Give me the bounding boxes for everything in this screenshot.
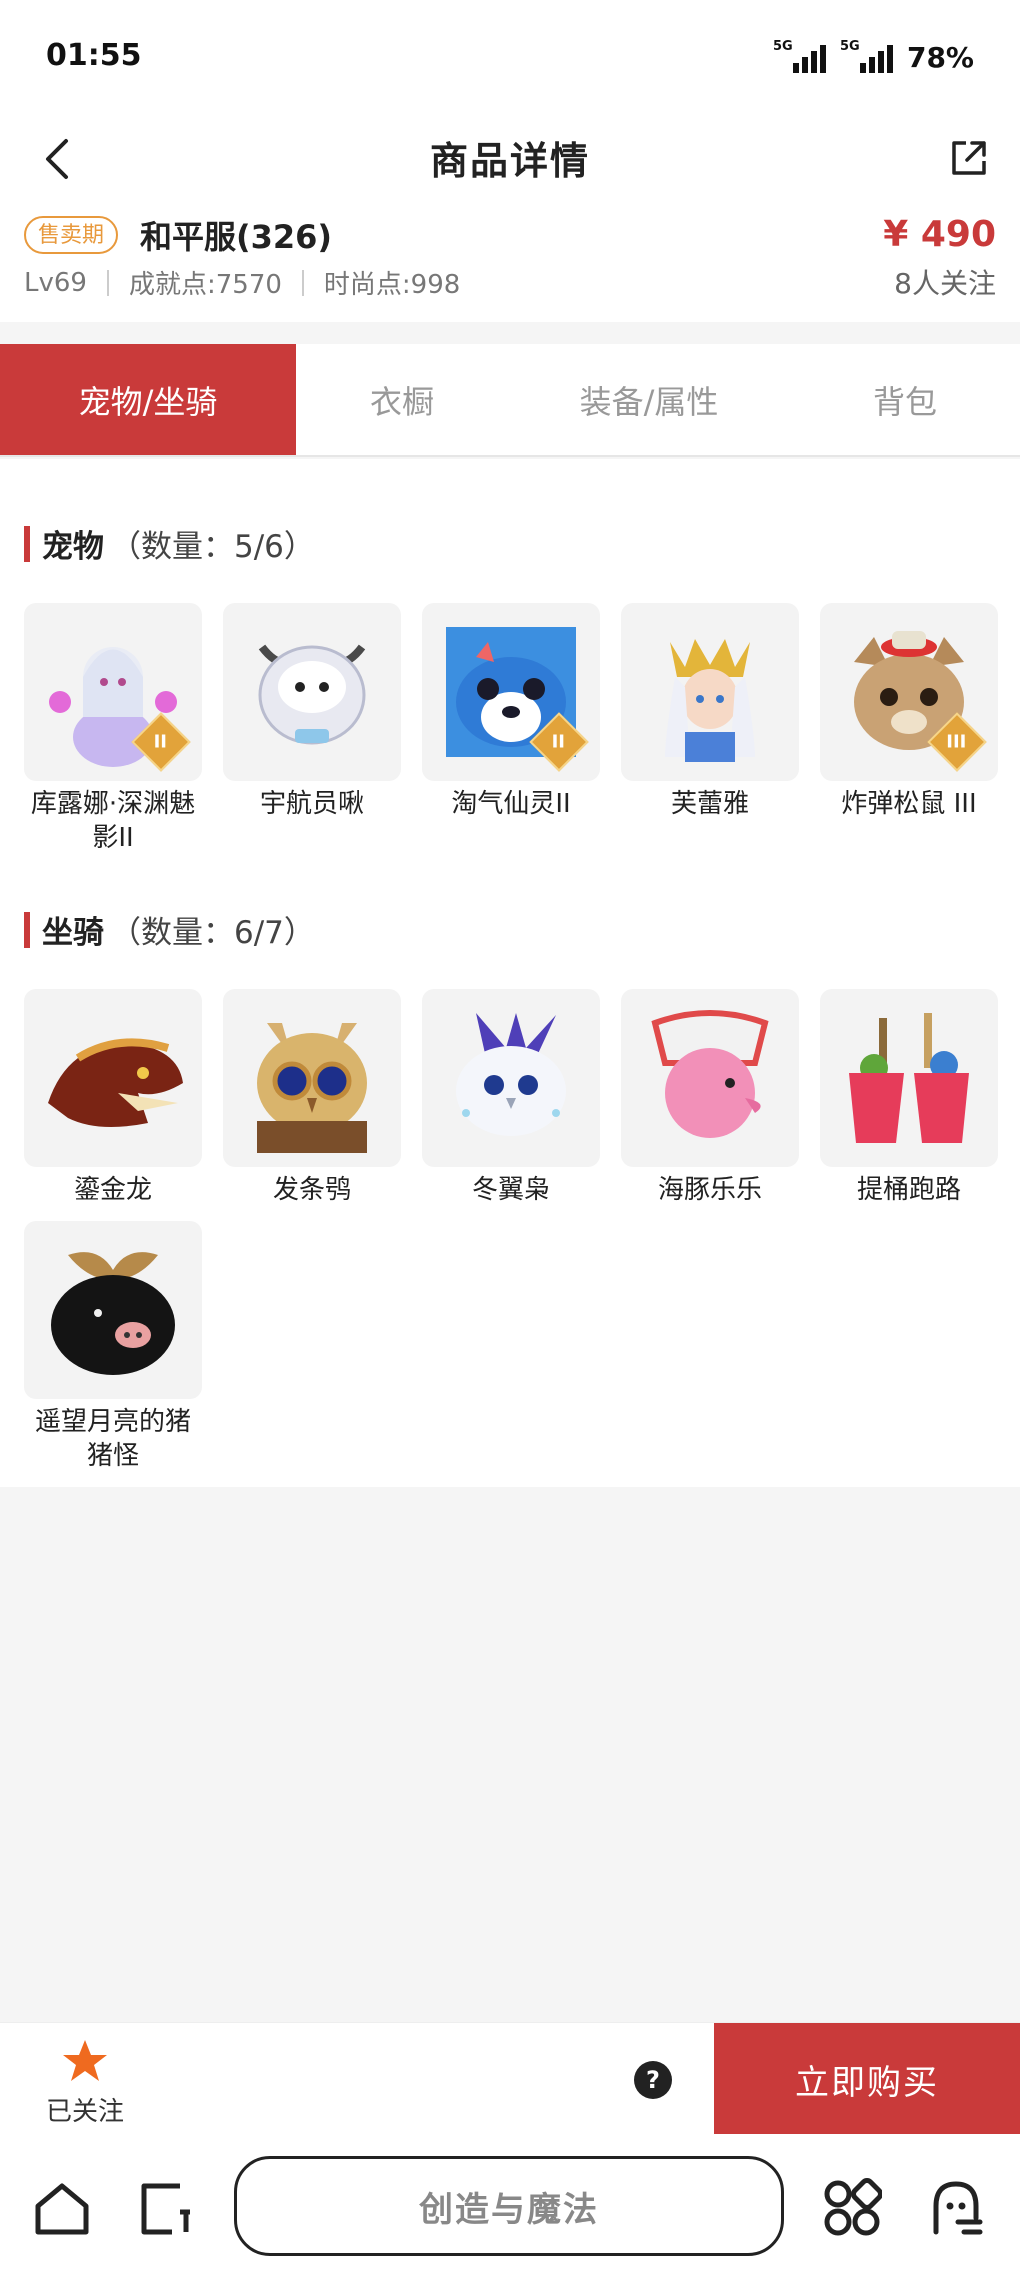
mount-name: 遥望月亮的猪猪怪 [34,1407,191,1471]
mount-name: 冬翼枭 [471,1175,550,1205]
mount-image [422,989,600,1167]
pet-item[interactable]: II 淘气仙灵II [422,603,600,821]
mount-name: 鎏金龙 [73,1175,152,1205]
mount-item[interactable]: 发条鸮 [223,989,401,1207]
mount-item[interactable]: 海豚乐乐 [621,989,799,1207]
help-icon[interactable]: ? [634,2061,672,2099]
pet-item[interactable]: II 库露娜·深渊魅影II [24,603,202,855]
mount-item[interactable]: 鎏金龙 [24,989,202,1207]
status-bar: 01:55 5G 5G 78% [0,0,1020,115]
pet-image: II [24,603,202,781]
app-switcher-pill[interactable]: 创造与魔法 [234,2156,784,2256]
pet-name: 宇航员啾 [259,789,364,819]
star-icon [63,2040,107,2081]
mount-item[interactable]: 遥望月亮的猪猪怪 [24,1221,202,1473]
follow-label: 已关注 [45,2097,124,2127]
chevron-left-icon[interactable] [38,137,78,181]
follower-count: 8人关注 [894,267,996,300]
pet-name: 库露娜·深渊魅影II [30,789,196,853]
pet-item[interactable]: III 炸弹松鼠 III [820,603,998,821]
battery-percentage: 78% [906,41,974,74]
home-icon[interactable] [32,2178,92,2238]
status-time: 01:55 [46,38,142,73]
mount-item[interactable]: 提桶跑路 [820,989,998,1207]
action-bar: 已关注 ? 立即购买 [0,2022,1020,2135]
buy-now-button[interactable]: 立即购买 [714,2023,1020,2135]
pet-image: III [820,603,998,781]
system-bottom-bar: 创造与魔法 [0,2134,1020,2278]
grid-icon[interactable] [822,2178,882,2238]
mount-image [223,989,401,1167]
tab-equipment[interactable]: 装备/属性 [508,344,790,455]
achievement-points: 成就点:7570 [128,270,282,300]
sale-status-badge: 售卖期 [24,216,119,254]
price: ¥ 490 [883,214,996,255]
server-name: 和平服(326) [140,218,333,256]
mount-image [24,1221,202,1399]
status-indicators: 5G 5G 78% [773,39,974,75]
pet-name: 芙蕾雅 [670,789,749,819]
nav-bar: 商品详情 [0,115,1020,200]
content-area: 宠物 （数量：5/6） II 库露娜·深渊魅影II 宇航员啾 II 淘气仙灵II [0,459,1020,1487]
mount-name: 提桶跑路 [856,1175,961,1205]
mount-image [820,989,998,1167]
follow-button[interactable]: 已关注 [40,2037,130,2128]
signal-icon: 5G [840,39,893,73]
pet-name: 淘气仙灵II [451,789,571,819]
tab-wardrobe[interactable]: 衣橱 [296,344,508,455]
mount-item[interactable]: 冬翼枭 [422,989,600,1207]
page-title: 商品详情 [429,139,590,183]
mount-name: 海豚乐乐 [657,1175,762,1205]
tab-bar: 宠物/坐骑 衣橱 装备/属性 背包 [0,344,1020,457]
fashion-points: 时尚点:998 [323,270,461,300]
assistant-icon[interactable] [926,2178,986,2238]
divider [106,269,109,296]
pet-name: 炸弹松鼠 III [841,789,977,819]
pet-image: II [422,603,600,781]
window-icon[interactable] [136,2178,196,2238]
mounts-section-title: 坐骑 （数量：6/7） [24,907,315,952]
mount-name: 发条鸮 [272,1175,351,1205]
mount-image [24,989,202,1167]
pet-item[interactable]: 宇航员啾 [223,603,401,821]
product-header: 售卖期 和平服(326) Lv69 成就点:7570 时尚点:998 ¥ 490… [0,200,1020,322]
pet-item[interactable]: 芙蕾雅 [621,603,799,821]
divider [301,269,304,296]
share-icon[interactable] [948,137,990,179]
product-meta: Lv69 成就点:7570 时尚点:998 [24,264,460,301]
signal-icon: 5G [773,39,826,73]
tab-backpack[interactable]: 背包 [790,344,1020,455]
pet-image [223,603,401,781]
pets-section-title: 宠物 （数量：5/6） [24,521,315,566]
level-text: Lv69 [24,267,87,298]
tab-pets-mounts[interactable]: 宠物/坐骑 [0,344,296,455]
pet-image [621,603,799,781]
mount-image [621,989,799,1167]
